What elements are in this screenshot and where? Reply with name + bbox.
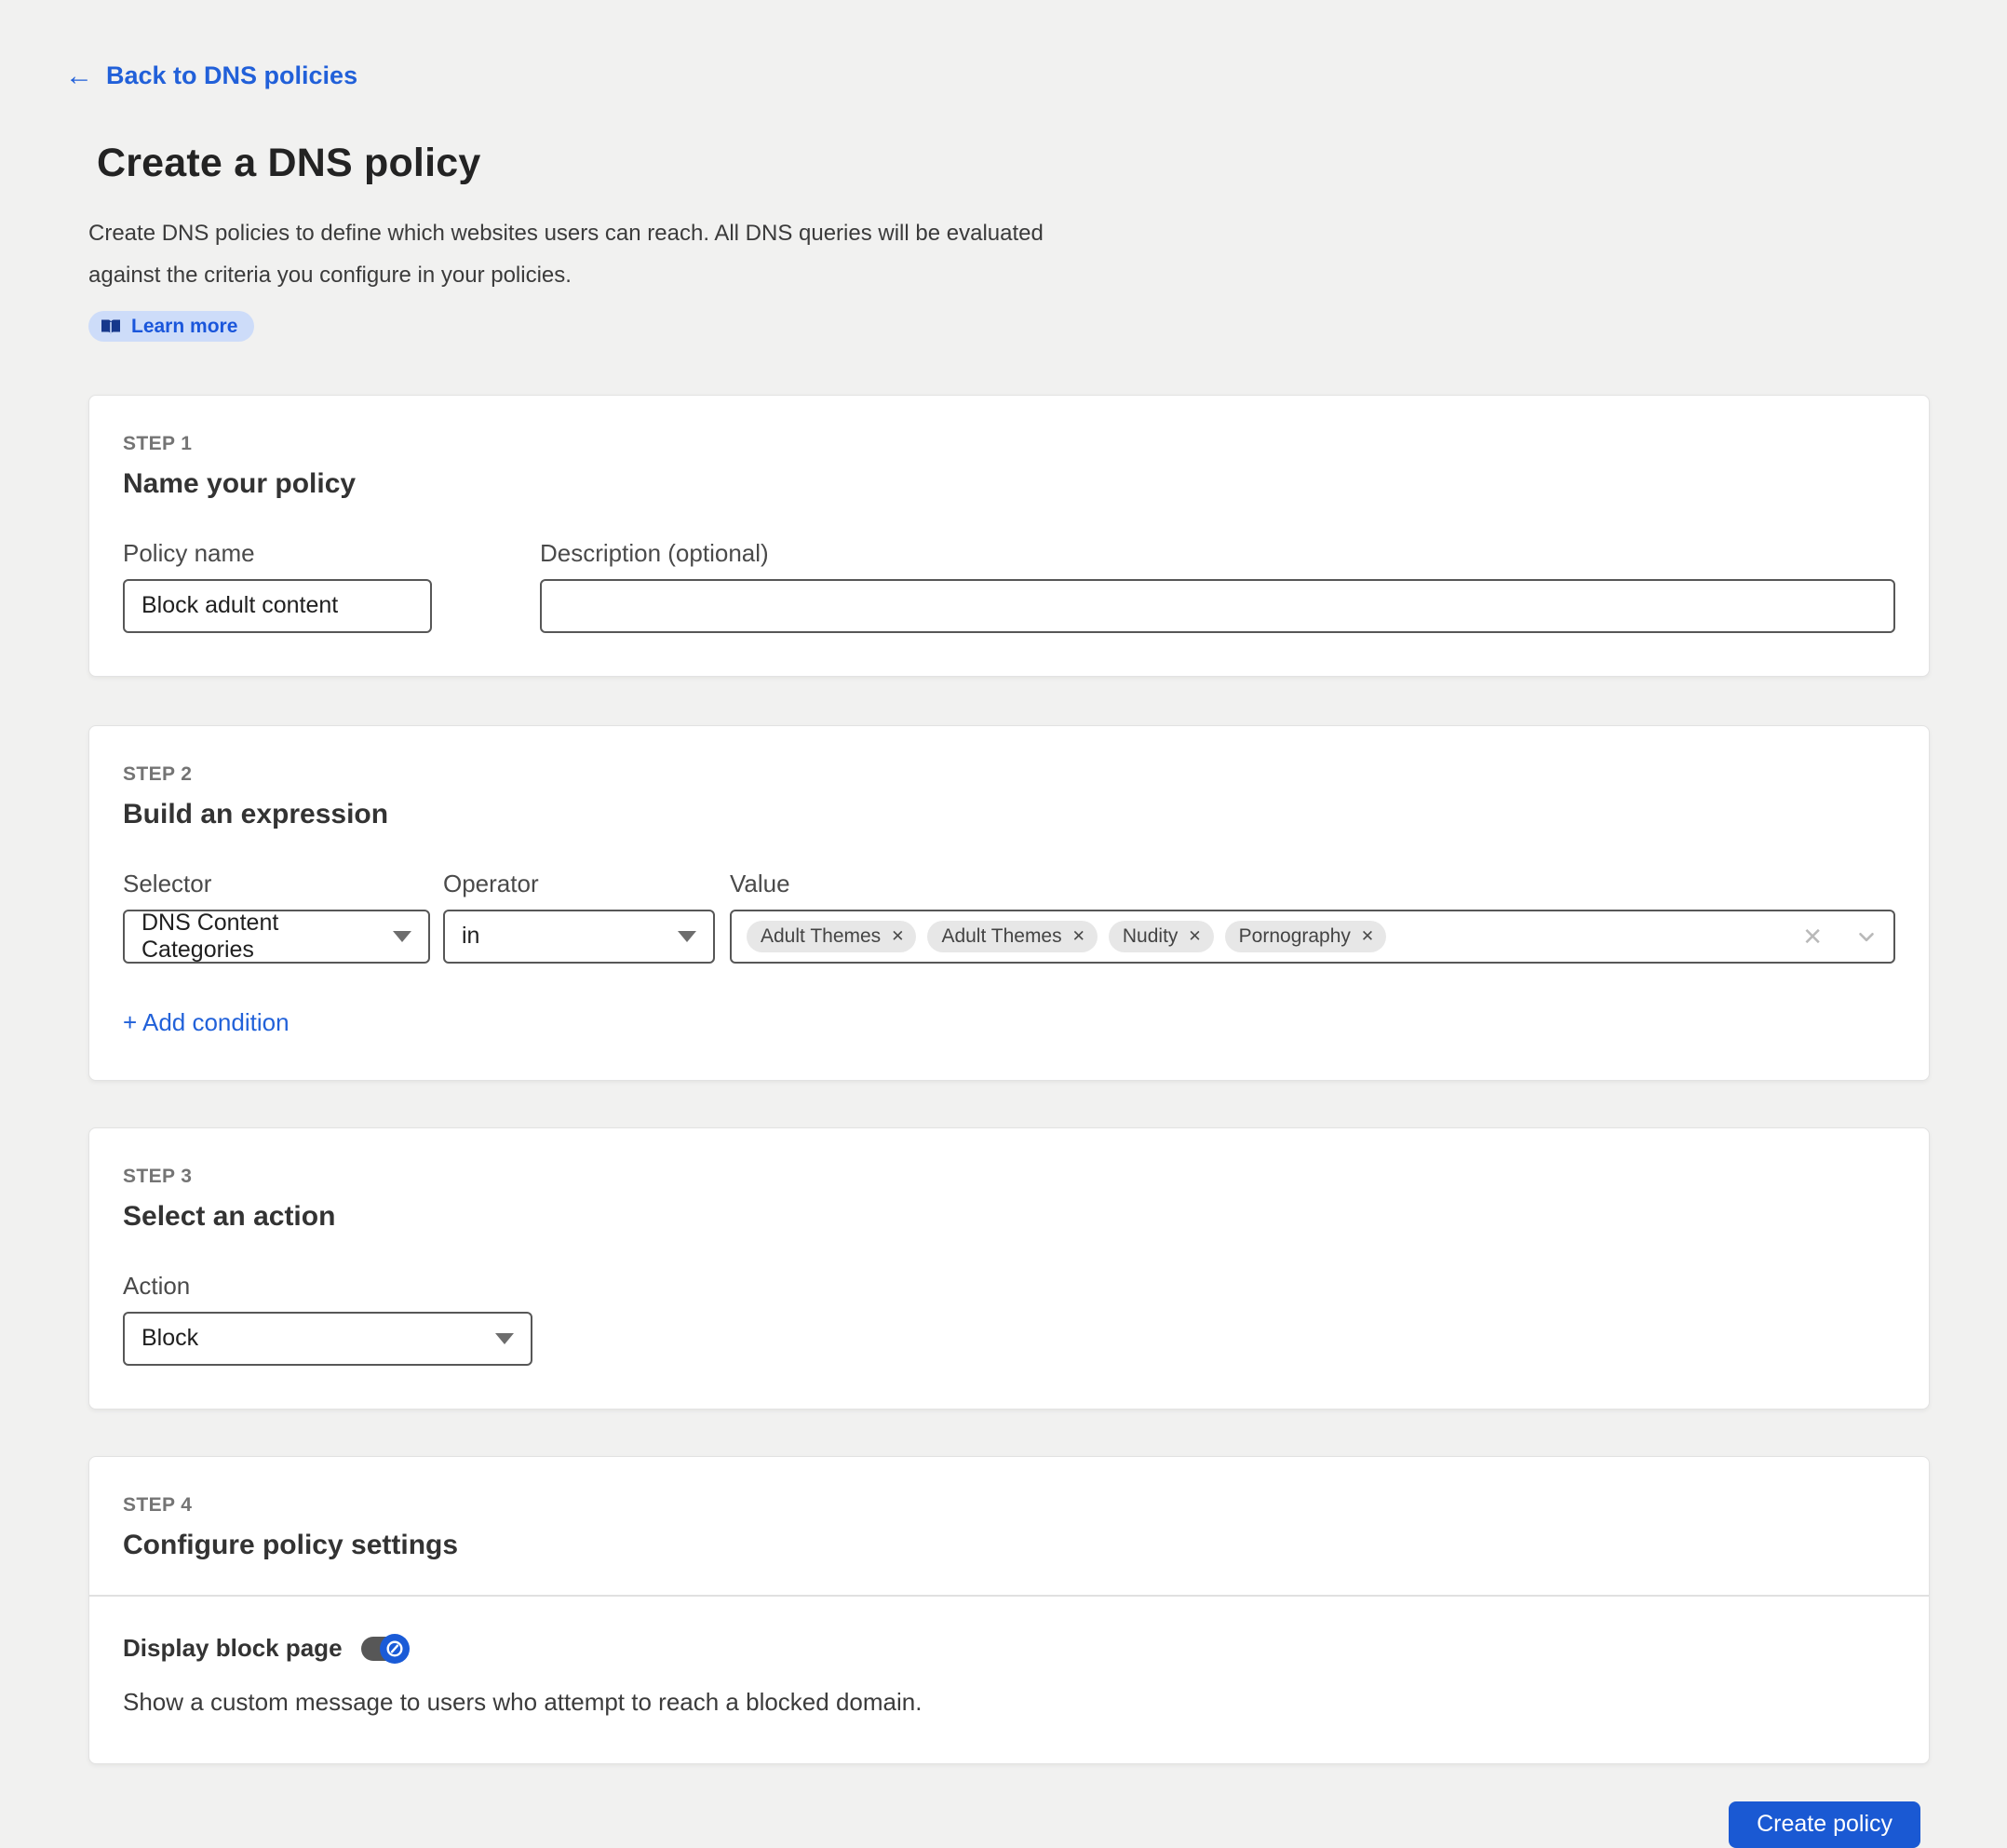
step1-label: STEP 1 xyxy=(123,433,1895,455)
selector-value: DNS Content Categories xyxy=(141,910,393,964)
description-label: Description (optional) xyxy=(540,539,1895,568)
value-tag: Adult Themes ✕ xyxy=(927,921,1097,952)
value-tag-label: Nudity xyxy=(1123,925,1179,948)
policy-name-input[interactable] xyxy=(123,579,432,633)
value-tag-label: Adult Themes xyxy=(941,925,1061,948)
value-tag-label: Adult Themes xyxy=(761,925,881,948)
step2-label: STEP 2 xyxy=(123,763,1895,786)
create-dns-policy-page: ← Back to DNS policies Create a DNS poli… xyxy=(0,0,2007,1750)
clear-values-icon[interactable]: ✕ xyxy=(1802,924,1823,949)
description-input[interactable] xyxy=(540,579,1895,633)
remove-tag-icon[interactable]: ✕ xyxy=(1072,928,1085,944)
operator-dropdown[interactable]: in xyxy=(443,910,715,964)
step3-card: STEP 3 Select an action Action Block xyxy=(88,1127,1930,1410)
operator-value: in xyxy=(462,923,479,950)
selector-label: Selector xyxy=(123,870,430,898)
action-label: Action xyxy=(123,1272,532,1301)
toggle-knob xyxy=(380,1634,410,1664)
chevron-down-icon xyxy=(393,931,411,942)
page-title: Create a DNS policy xyxy=(97,141,2007,186)
step2-card: STEP 2 Build an expression Selector DNS … xyxy=(88,725,1930,1081)
toggle-status-icon xyxy=(384,1639,405,1659)
remove-tag-icon[interactable]: ✕ xyxy=(891,928,904,944)
page-description-line1: Create DNS policies to define which webs… xyxy=(88,212,2007,254)
remove-tag-icon[interactable]: ✕ xyxy=(1188,928,1201,944)
display-block-page-toggle[interactable] xyxy=(361,1634,410,1664)
chevron-down-icon[interactable] xyxy=(1854,924,1879,949)
step1-title: Name your policy xyxy=(123,468,1895,500)
value-multiselect[interactable]: Adult Themes ✕ Adult Themes ✕ xyxy=(730,910,1895,964)
action-value: Block xyxy=(141,1325,198,1352)
value-tag: Nudity ✕ xyxy=(1109,921,1214,952)
value-tag: Pornography ✕ xyxy=(1225,921,1387,952)
step4-title: Configure policy settings xyxy=(123,1530,1895,1561)
chevron-down-icon xyxy=(678,931,696,942)
value-tag: Adult Themes ✕ xyxy=(747,921,916,952)
learn-more-button[interactable]: Learn more xyxy=(88,311,254,342)
step3-label: STEP 3 xyxy=(123,1166,1895,1188)
value-label: Value xyxy=(730,870,1895,898)
value-tags: Adult Themes ✕ Adult Themes ✕ xyxy=(747,921,1791,952)
remove-tag-icon[interactable]: ✕ xyxy=(1361,928,1374,944)
step1-card: STEP 1 Name your policy Policy name Desc… xyxy=(88,395,1930,677)
page-description: Create DNS policies to define which webs… xyxy=(88,212,2007,296)
step2-title: Build an expression xyxy=(123,799,1895,830)
chevron-down-icon xyxy=(495,1333,514,1344)
step4-card: STEP 4 Configure policy settings Display… xyxy=(88,1456,1930,1764)
back-to-dns-policies-link[interactable]: ← Back to DNS policies xyxy=(65,61,357,90)
action-dropdown[interactable]: Block xyxy=(123,1312,532,1366)
operator-label: Operator xyxy=(443,870,715,898)
learn-more-label: Learn more xyxy=(131,316,237,338)
step3-title: Select an action xyxy=(123,1201,1895,1233)
step4-label: STEP 4 xyxy=(123,1494,1895,1517)
selector-dropdown[interactable]: DNS Content Categories xyxy=(123,910,430,964)
back-arrow-icon: ← xyxy=(65,62,93,90)
create-policy-button[interactable]: Create policy xyxy=(1729,1801,1920,1848)
add-condition-link[interactable]: + Add condition xyxy=(123,1008,290,1037)
display-block-page-label: Display block page xyxy=(123,1634,343,1663)
book-icon xyxy=(100,316,122,338)
value-tag-label: Pornography xyxy=(1239,925,1351,948)
back-link-label: Back to DNS policies xyxy=(106,61,357,90)
page-description-line2: against the criteria you configure in yo… xyxy=(88,254,2007,296)
toggle-description: Show a custom message to users who attem… xyxy=(123,1688,1895,1717)
policy-name-label: Policy name xyxy=(123,539,432,568)
